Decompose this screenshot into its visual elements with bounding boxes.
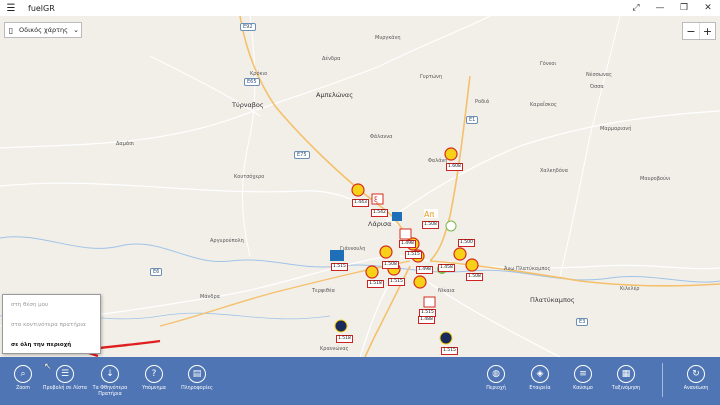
bottom-app-bar: ⌕ Zoom ☰ Προβολή σε Λίστα ↓ Τα Φθηνότερα… <box>0 357 720 405</box>
area-button[interactable]: ◍ Περιοχή <box>473 357 519 405</box>
zoom-options-menu: στη θέση μου στα κοντινότερα πρατήρια σε… <box>2 294 101 354</box>
chevron-down-icon: ⌄ <box>73 26 79 34</box>
fuel-label: Καύσιμο <box>573 386 593 391</box>
menu-item-my-location[interactable]: στη θέση μου <box>3 295 100 315</box>
phone-icon: ▯ <box>8 25 14 35</box>
price-tag[interactable]: 1.458 <box>438 264 455 272</box>
price-tag[interactable]: 1.542 <box>371 209 388 217</box>
price-tag[interactable]: 1.515 <box>388 278 405 286</box>
company-button[interactable]: ◈ Εταιρεία <box>517 357 563 405</box>
refresh-icon: ↻ <box>687 365 705 383</box>
cheapest-stations-button[interactable]: ↓ Τα Φθηνότερα Πρατήρια <box>87 357 133 405</box>
list-icon: ☰ <box>56 365 74 383</box>
shell-station-icon[interactable] <box>413 275 427 289</box>
price-tag[interactable]: 1.488 <box>418 316 435 324</box>
menu-item-whole-area[interactable]: σε όλη την περιοχή <box>3 335 100 355</box>
price-tag[interactable]: 1.518 <box>336 335 353 343</box>
cyclon-station-icon[interactable] <box>334 319 348 333</box>
map-type-dropdown[interactable]: ▯ Οδικός χάρτης ⌄ <box>4 22 82 38</box>
question-icon: ? <box>145 365 163 383</box>
hamburger-menu-icon[interactable]: ☰ <box>0 0 22 16</box>
legend-label: Υπόμνημα <box>142 386 166 391</box>
cheapest-stations-label: Τα Φθηνότερα Πρατήρια <box>92 386 128 397</box>
globe-icon: ◍ <box>487 365 505 383</box>
avin-station-icon[interactable] <box>392 212 402 221</box>
map-view[interactable]: Τύρναβος Αμπελώνας Φάλαννα Δαμάσι Λάρισα… <box>0 16 720 357</box>
shell-station-icon[interactable] <box>365 265 379 279</box>
area-label: Περιοχή <box>486 386 506 391</box>
appbar-separator <box>662 363 663 397</box>
info-button[interactable]: ▤ Πληροφορίες <box>174 357 220 405</box>
fuel-button[interactable]: ≡ Καύσιμο <box>560 357 606 405</box>
calendar-icon: ▦ <box>617 365 635 383</box>
shell-station-icon[interactable] <box>444 147 458 161</box>
menu-item-nearest-stations[interactable]: στα κοντινότερα πρατήρια <box>3 315 100 335</box>
price-tag[interactable]: 1.515 <box>405 251 422 259</box>
zoom-button[interactable]: ⌕ Zoom <box>0 357 46 405</box>
shell-station-icon[interactable] <box>465 258 479 272</box>
station-markers: ξ Aπ <box>330 147 479 345</box>
eko-station-icon[interactable] <box>423 296 436 308</box>
restore-button[interactable]: ❐ <box>672 0 696 16</box>
zoom-in-button[interactable]: + <box>699 23 715 39</box>
close-button[interactable]: ✕ <box>696 0 720 16</box>
price-tag[interactable]: 1.508 <box>422 221 439 229</box>
price-tag[interactable]: 1.498 <box>416 266 433 274</box>
app-title: fuelGR <box>28 3 55 13</box>
expand-icon[interactable]: ⤢ <box>624 0 648 16</box>
price-tag[interactable]: 1.518 <box>367 280 384 288</box>
price-tag[interactable]: 1.508 <box>466 273 483 281</box>
zoom-label: Zoom <box>16 386 30 391</box>
shell-station-icon[interactable] <box>453 247 467 261</box>
price-tag[interactable]: 1.515 <box>331 263 348 271</box>
aegean-station-icon[interactable]: Aπ <box>424 209 438 219</box>
revoil-station-icon[interactable] <box>445 220 457 232</box>
price-tag[interactable]: 1.608 <box>446 163 463 171</box>
info-label: Πληροφορίες <box>181 386 213 391</box>
refresh-label: Ανανέωση <box>683 386 709 391</box>
eko-station-icon[interactable] <box>399 228 412 240</box>
mouse-cursor-icon: ↖ <box>44 362 52 372</box>
arrow-down-icon: ↓ <box>101 365 119 383</box>
eko-station-icon[interactable]: ξ <box>371 193 384 205</box>
svg-text:Aπ: Aπ <box>424 210 434 219</box>
shell-station-icon[interactable] <box>351 183 365 197</box>
info-icon: ▤ <box>188 365 206 383</box>
title-bar: ☰ fuelGR ⤢ — ❐ ✕ <box>0 0 720 16</box>
legend-button[interactable]: ? Υπόμνημα <box>131 357 177 405</box>
price-tag[interactable]: 1.515 <box>441 347 458 355</box>
search-icon: ⌕ <box>14 365 32 383</box>
refresh-button[interactable]: ↻ Ανανέωση <box>673 357 719 405</box>
price-tag[interactable]: 1.500 <box>458 239 475 247</box>
price-tag[interactable]: 1.508 <box>382 261 399 269</box>
minimize-button[interactable]: — <box>648 0 672 16</box>
sort-label: Ταξινόμηση <box>611 386 641 391</box>
list-view-label: Προβολή σε Λίστα <box>42 386 88 391</box>
svg-text:ξ: ξ <box>374 196 378 204</box>
map-type-label: Οδικός χάρτης <box>19 26 68 34</box>
price-tag[interactable]: 1.443 <box>352 199 369 207</box>
price-tag[interactable]: 1.498 <box>399 240 416 248</box>
sort-button[interactable]: ▦ Ταξινόμηση <box>603 357 649 405</box>
list-icon: ≡ <box>574 365 592 383</box>
company-label: Εταιρεία <box>529 386 551 391</box>
cyclon-station-icon[interactable] <box>439 331 453 345</box>
fuelgr-window: ☰ fuelGR ⤢ — ❐ ✕ Τύρναβος Αμπελώνας Φάλα… <box>0 0 720 405</box>
tag-icon: ◈ <box>531 365 549 383</box>
window-controls: ⤢ — ❐ ✕ <box>624 0 720 16</box>
zoom-control: − + <box>682 22 716 40</box>
shell-station-icon[interactable] <box>379 245 393 259</box>
avin-station-icon[interactable] <box>330 250 344 261</box>
zoom-out-button[interactable]: − <box>683 23 699 39</box>
